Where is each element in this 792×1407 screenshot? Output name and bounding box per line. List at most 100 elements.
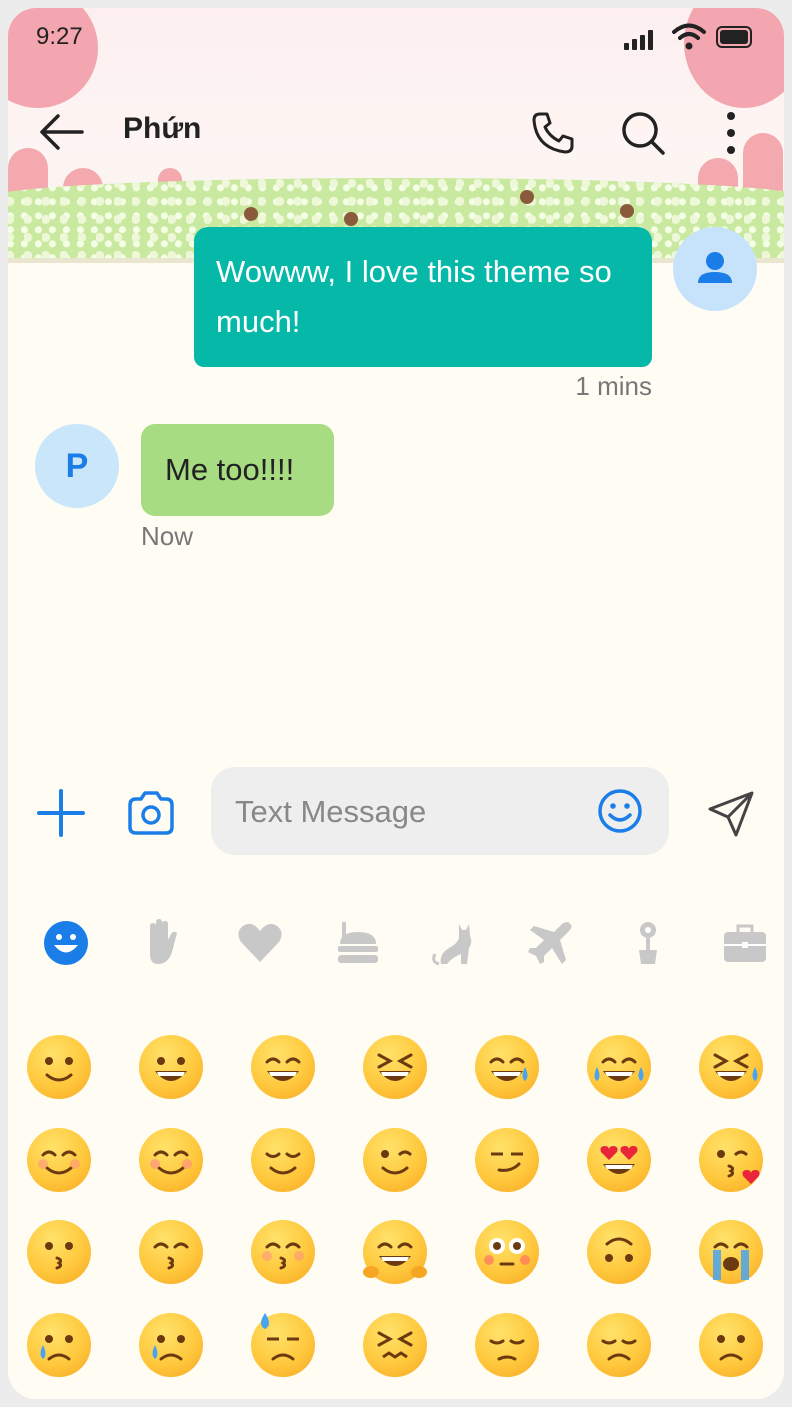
emoji-upside-down[interactable] xyxy=(587,1220,651,1284)
emoji-face-icon xyxy=(377,1053,413,1081)
wifi-icon xyxy=(672,23,706,50)
emoji-crying-2[interactable] xyxy=(139,1313,203,1377)
emoji-category-smileys[interactable] xyxy=(41,918,91,968)
message-input[interactable] xyxy=(233,767,587,857)
outgoing-message-bubble[interactable]: Wowww, I love this theme so much! xyxy=(194,227,652,367)
phone-icon[interactable] xyxy=(528,108,578,158)
incoming-message-bubble[interactable]: Me too!!!! xyxy=(141,424,334,516)
cat-icon xyxy=(432,924,472,966)
emoji-face-icon xyxy=(717,1335,745,1361)
status-bar: 9:27 xyxy=(8,8,784,68)
emoji-winking[interactable] xyxy=(363,1128,427,1192)
person-figure xyxy=(244,207,258,221)
emoji-face-icon xyxy=(363,1242,427,1278)
emoji-pensive[interactable] xyxy=(475,1313,539,1377)
emoji-face-icon xyxy=(152,1335,185,1361)
emoji-category-objects[interactable] xyxy=(720,918,770,968)
emoji-heart-eyes[interactable] xyxy=(587,1128,651,1192)
emoji-face-icon xyxy=(38,1150,80,1175)
plus-icon[interactable] xyxy=(35,787,87,839)
emoji-category-animals[interactable] xyxy=(429,918,479,968)
phone-screen: 9:27 Phứn Wowww, I love this theme so mu… xyxy=(8,8,784,1399)
emoji-downcast-sweat[interactable] xyxy=(251,1313,315,1377)
emoji-category-travel[interactable] xyxy=(526,918,576,968)
emoji-relieved-blush[interactable] xyxy=(139,1128,203,1192)
person-figure xyxy=(620,204,634,218)
emoji-toggle-icon[interactable] xyxy=(596,787,644,835)
emoji-face-icon xyxy=(45,1057,73,1082)
send-icon[interactable] xyxy=(704,787,758,841)
emoji-confounded[interactable] xyxy=(363,1313,427,1377)
emoji-kissing-heart[interactable] xyxy=(699,1128,763,1192)
emoji-frowning[interactable] xyxy=(699,1313,763,1377)
emoji-face-icon xyxy=(600,1146,638,1174)
emoji-face-icon xyxy=(381,1150,413,1175)
emoji-face-icon xyxy=(265,1152,301,1175)
emoji-beaming[interactable] xyxy=(251,1035,315,1099)
hand-icon xyxy=(150,919,177,964)
briefcase-icon xyxy=(724,924,766,962)
food-icon xyxy=(338,922,378,963)
search-icon[interactable] xyxy=(618,108,668,158)
emoji-smiling-eyes[interactable] xyxy=(27,1128,91,1192)
emoji-face-icon xyxy=(713,1242,749,1280)
emoji-category-nature[interactable] xyxy=(623,918,673,968)
message-text: Wowww, I love this theme so much! xyxy=(216,254,612,339)
emoji-category-gestures[interactable] xyxy=(138,918,188,968)
emoji-hugging[interactable] xyxy=(363,1220,427,1284)
smiley-icon xyxy=(44,921,88,965)
more-vertical-icon[interactable] xyxy=(706,108,756,158)
emoji-smirking[interactable] xyxy=(475,1128,539,1192)
avatar[interactable] xyxy=(673,227,757,311)
emoji-face-icon xyxy=(155,1057,187,1081)
airplane-icon xyxy=(528,922,572,964)
person-figure xyxy=(344,212,358,226)
emoji-face-icon xyxy=(153,1242,189,1270)
emoji-loudly-crying[interactable] xyxy=(699,1220,763,1284)
heart-icon xyxy=(238,923,282,962)
emoji-category-hearts[interactable] xyxy=(235,918,285,968)
emoji-face-icon xyxy=(261,1313,299,1361)
emoji-category-food[interactable] xyxy=(332,918,382,968)
person-figure xyxy=(520,190,534,204)
back-arrow-icon[interactable] xyxy=(36,110,88,154)
emoji-face-icon xyxy=(45,1242,73,1270)
flower-icon xyxy=(639,922,657,964)
emoji-kissing-smiling-eyes[interactable] xyxy=(139,1220,203,1284)
emoji-squinting-laugh[interactable] xyxy=(363,1035,427,1099)
emoji-grinning[interactable] xyxy=(139,1035,203,1099)
battery-icon xyxy=(716,26,752,48)
emoji-face-icon xyxy=(489,1339,525,1361)
message-time: Now xyxy=(141,521,194,551)
message-input-container xyxy=(211,767,669,857)
emoji-disappointed[interactable] xyxy=(587,1313,651,1377)
emoji-face-icon xyxy=(265,1057,301,1081)
user-icon xyxy=(698,252,732,283)
emoji-face-icon xyxy=(489,1057,528,1081)
emoji-kissing[interactable] xyxy=(27,1220,91,1284)
emoji-face-icon xyxy=(150,1150,192,1175)
emoji-relieved[interactable] xyxy=(251,1128,315,1192)
signal-icon xyxy=(624,28,658,50)
emoji-slightly-smiling[interactable] xyxy=(27,1035,91,1099)
status-time: 9:27 xyxy=(36,23,83,50)
emoji-face-icon xyxy=(605,1237,633,1262)
emoji-tears-of-joy[interactable] xyxy=(587,1035,651,1099)
emoji-face-icon xyxy=(491,1152,523,1172)
emoji-face-icon xyxy=(484,1238,530,1266)
emoji-face-icon xyxy=(262,1242,304,1270)
message-time: 1 mins xyxy=(575,371,652,401)
emoji-face-icon xyxy=(717,1150,760,1184)
emoji-face-icon xyxy=(40,1335,73,1361)
camera-icon[interactable] xyxy=(124,787,178,841)
emoji-kissing-closed-eyes[interactable] xyxy=(251,1220,315,1284)
chat-title: Phứn xyxy=(123,112,202,145)
contact-avatar[interactable]: P xyxy=(35,424,119,508)
emoji-sweat-smile[interactable] xyxy=(475,1035,539,1099)
emoji-face-icon xyxy=(377,1331,413,1359)
emoji-crying[interactable] xyxy=(27,1313,91,1377)
emoji-face-icon xyxy=(601,1339,637,1361)
emoji-rolling-laughing[interactable] xyxy=(699,1035,763,1099)
emoji-face-icon xyxy=(713,1053,758,1081)
emoji-flushed[interactable] xyxy=(475,1220,539,1284)
